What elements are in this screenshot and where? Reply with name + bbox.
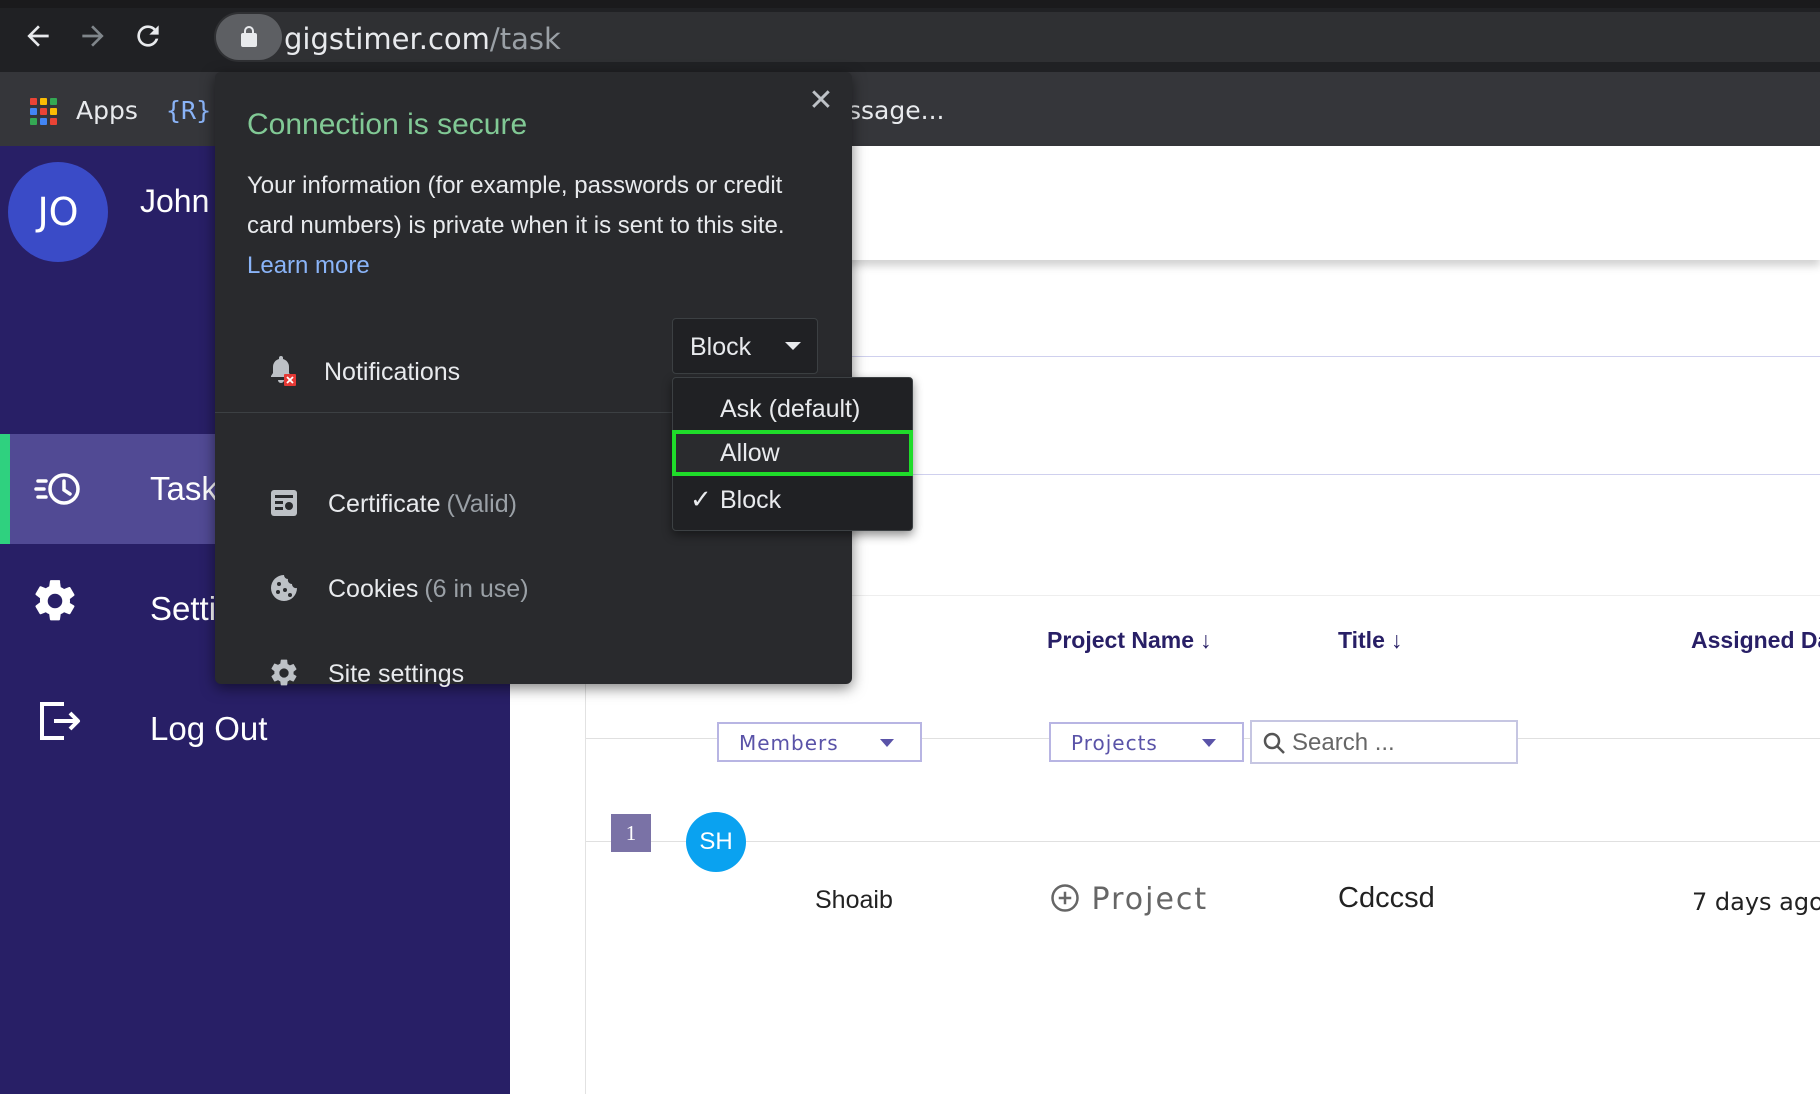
- section-divider: [850, 474, 1820, 475]
- project-name: Project: [1091, 882, 1209, 917]
- learn-more-link[interactable]: Learn more: [247, 252, 370, 279]
- header-label: Title: [1338, 627, 1385, 653]
- back-arrow-icon: [27, 25, 49, 47]
- option-ask-default[interactable]: Ask (default): [672, 386, 913, 432]
- connection-description: Your information (for example, passwords…: [247, 166, 827, 286]
- url-domain: gigstimer.com: [284, 22, 490, 56]
- apps-grid-icon[interactable]: [30, 98, 57, 125]
- close-icon[interactable]: ✕: [806, 86, 836, 116]
- site-info-button[interactable]: [216, 14, 282, 60]
- column-title[interactable]: Title ↓: [1338, 627, 1402, 654]
- sidebar-item-logout[interactable]: Log Out: [0, 674, 510, 784]
- projects-filter-label: Projects: [1071, 731, 1158, 755]
- option-allow[interactable]: Allow: [672, 430, 913, 476]
- bookmark-apps[interactable]: Apps: [76, 96, 138, 125]
- option-label: Block: [720, 486, 782, 514]
- members-filter-label: Members: [739, 731, 839, 755]
- notifications-value: Block: [690, 333, 752, 361]
- bookmark-favicon-icon[interactable]: {R}: [166, 96, 211, 125]
- cookies-label: Cookies: [328, 575, 419, 603]
- forward-arrow-icon: [82, 25, 104, 47]
- gear-icon: [35, 580, 75, 621]
- url-text[interactable]: gigstimer.com/task: [284, 22, 561, 56]
- search-input[interactable]: [1292, 728, 1512, 758]
- projects-filter[interactable]: Projects: [1049, 722, 1244, 762]
- caret-down-icon: [880, 739, 894, 747]
- notifications-blocked-icon: [271, 356, 296, 386]
- section-divider: [850, 356, 1820, 357]
- certificate-row[interactable]: Certificate (Valid): [328, 490, 517, 519]
- cookies-row[interactable]: Cookies (6 in use): [328, 575, 529, 604]
- task-clock-icon: [34, 473, 80, 505]
- checkmark-icon: ✓: [690, 485, 712, 515]
- description-text: Your information (for example, passwords…: [247, 172, 785, 239]
- row-number: 1: [611, 814, 651, 852]
- forward-button[interactable]: [75, 18, 111, 54]
- certificate-status: (Valid): [446, 490, 517, 518]
- assigned-date: 7 days ago: [1692, 888, 1820, 916]
- caret-down-icon: [785, 342, 801, 350]
- cookies-status: (6 in use): [424, 575, 529, 603]
- option-label: Allow: [720, 439, 780, 467]
- add-circle-icon: [1051, 884, 1079, 912]
- logout-icon: [40, 702, 80, 740]
- sidebar-item-label: Task: [150, 470, 218, 507]
- members-filter[interactable]: Members: [717, 722, 922, 762]
- sidebar-item-label: Log Out: [150, 710, 268, 747]
- back-button[interactable]: [20, 18, 56, 54]
- connection-status-title: Connection is secure: [247, 108, 528, 141]
- cookie-icon: [271, 575, 297, 601]
- title-search[interactable]: [1250, 720, 1518, 764]
- header-label: Assigned Date: [1691, 627, 1820, 653]
- bookmark-message[interactable]: ssage...: [848, 96, 944, 125]
- task-title: Cdccsd: [1338, 882, 1435, 914]
- header-label: Project Name: [1047, 627, 1195, 653]
- user-avatar[interactable]: JO: [8, 162, 108, 262]
- gear-icon: [271, 659, 297, 686]
- notifications-label: Notifications: [324, 358, 461, 386]
- table-filter-line: [586, 841, 1820, 842]
- sort-arrow-icon: ↓: [1200, 627, 1212, 653]
- site-settings-link[interactable]: Site settings: [328, 660, 464, 689]
- sort-arrow-icon: ↓: [1390, 627, 1403, 653]
- column-assigned-date[interactable]: Assigned Date↓: [1691, 627, 1820, 654]
- caret-down-icon: [1202, 739, 1216, 747]
- project-cell[interactable]: Project: [1050, 882, 1208, 917]
- certificate-label: Certificate: [328, 490, 441, 518]
- notifications-select[interactable]: Block: [672, 318, 818, 374]
- option-block[interactable]: ✓ Block: [672, 477, 913, 523]
- reload-icon: [137, 25, 159, 47]
- certificate-icon: [271, 490, 297, 516]
- member-name: Shoaib: [815, 886, 893, 914]
- user-name: John: [140, 183, 210, 219]
- column-project-name[interactable]: Project Name ↓: [1047, 627, 1212, 654]
- lock-icon: [241, 26, 257, 47]
- url-path: /task: [489, 22, 561, 56]
- search-icon: [1263, 732, 1285, 754]
- option-label: Ask (default): [720, 395, 861, 423]
- reload-button[interactable]: [130, 18, 166, 54]
- member-avatar: SH: [686, 812, 746, 872]
